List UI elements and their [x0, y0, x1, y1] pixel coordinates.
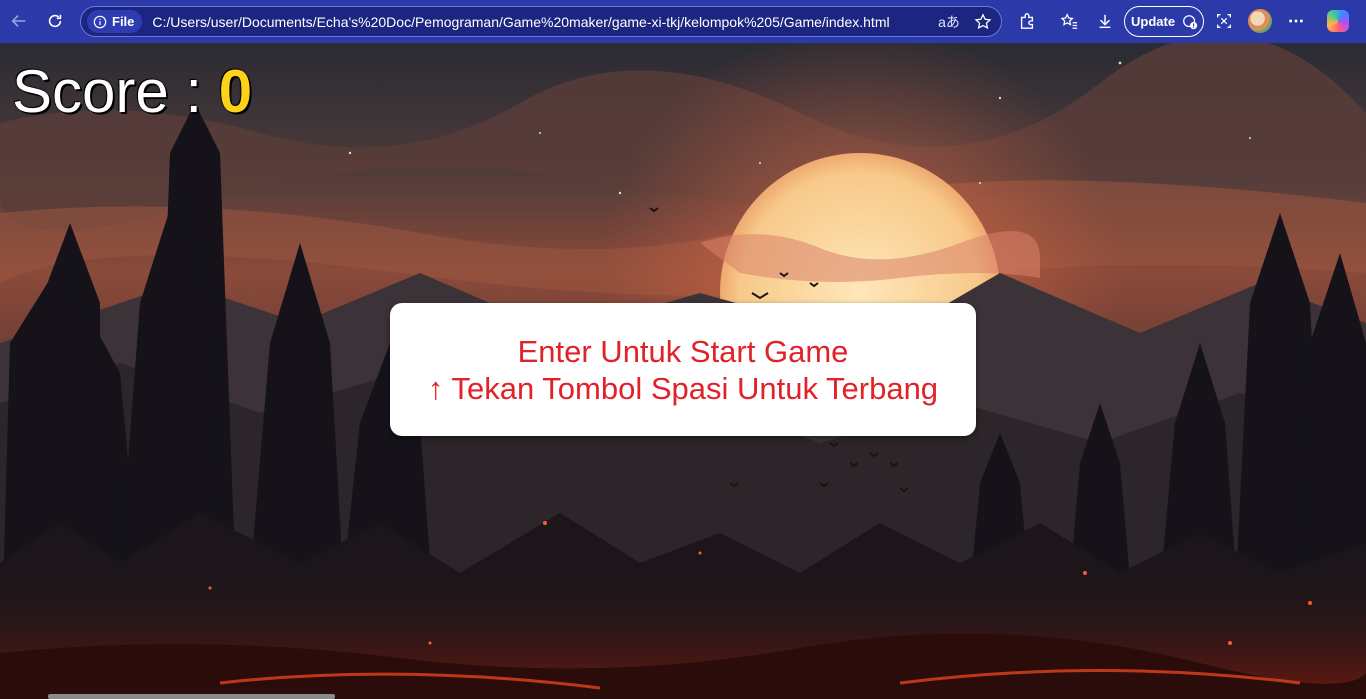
- game-canvas[interactable]: Score : 0 Enter Untuk Start Game ↑ Tekan…: [0, 43, 1366, 699]
- url-text[interactable]: C:/Users/user/Documents/Echa's%20Doc/Pem…: [152, 14, 889, 30]
- horizontal-scrollbar[interactable]: [48, 694, 335, 699]
- settings-more-button[interactable]: [1281, 6, 1311, 36]
- refresh-button[interactable]: [40, 6, 70, 36]
- info-icon: [93, 15, 107, 28]
- score-value: 0: [218, 58, 253, 125]
- instruction-start: Enter Untuk Start Game: [517, 333, 849, 369]
- refresh-icon: [48, 14, 62, 28]
- site-info-label: File: [112, 14, 135, 29]
- favorites-button[interactable]: [1054, 6, 1084, 36]
- score-display: Score : 0: [12, 57, 252, 127]
- download-icon: [1099, 14, 1111, 29]
- favorites-list-icon: [1060, 13, 1078, 29]
- update-button[interactable]: Update: [1124, 6, 1204, 37]
- extensions-button[interactable]: [1012, 6, 1042, 36]
- back-button[interactable]: [4, 6, 34, 36]
- downloads-button[interactable]: [1090, 6, 1120, 36]
- browser-toolbar: File C:/Users/user/Documents/Echa's%20Do…: [0, 0, 1366, 43]
- site-info-button[interactable]: File: [87, 10, 143, 33]
- update-label: Update: [1131, 14, 1176, 29]
- profile-avatar[interactable]: [1248, 9, 1272, 33]
- arrow-left-icon: [11, 15, 26, 27]
- puzzle-icon: [1020, 13, 1034, 29]
- more-dots-icon: [1289, 19, 1303, 23]
- read-aloud-icon[interactable]: aあ: [937, 10, 961, 34]
- address-bar[interactable]: File C:/Users/user/Documents/Echa's%20Do…: [80, 6, 1002, 37]
- screen-capture-icon: [1217, 14, 1231, 28]
- copilot-icon[interactable]: [1327, 10, 1349, 32]
- update-alert-icon: [1183, 14, 1198, 29]
- score-label: Score :: [12, 58, 219, 125]
- favorite-star-icon[interactable]: [971, 10, 995, 34]
- screenshot-button[interactable]: [1209, 6, 1239, 36]
- instruction-fly: ↑ Tekan Tombol Spasi Untuk Terbang: [427, 370, 939, 406]
- instruction-dialog: Enter Untuk Start Game ↑ Tekan Tombol Sp…: [390, 303, 976, 436]
